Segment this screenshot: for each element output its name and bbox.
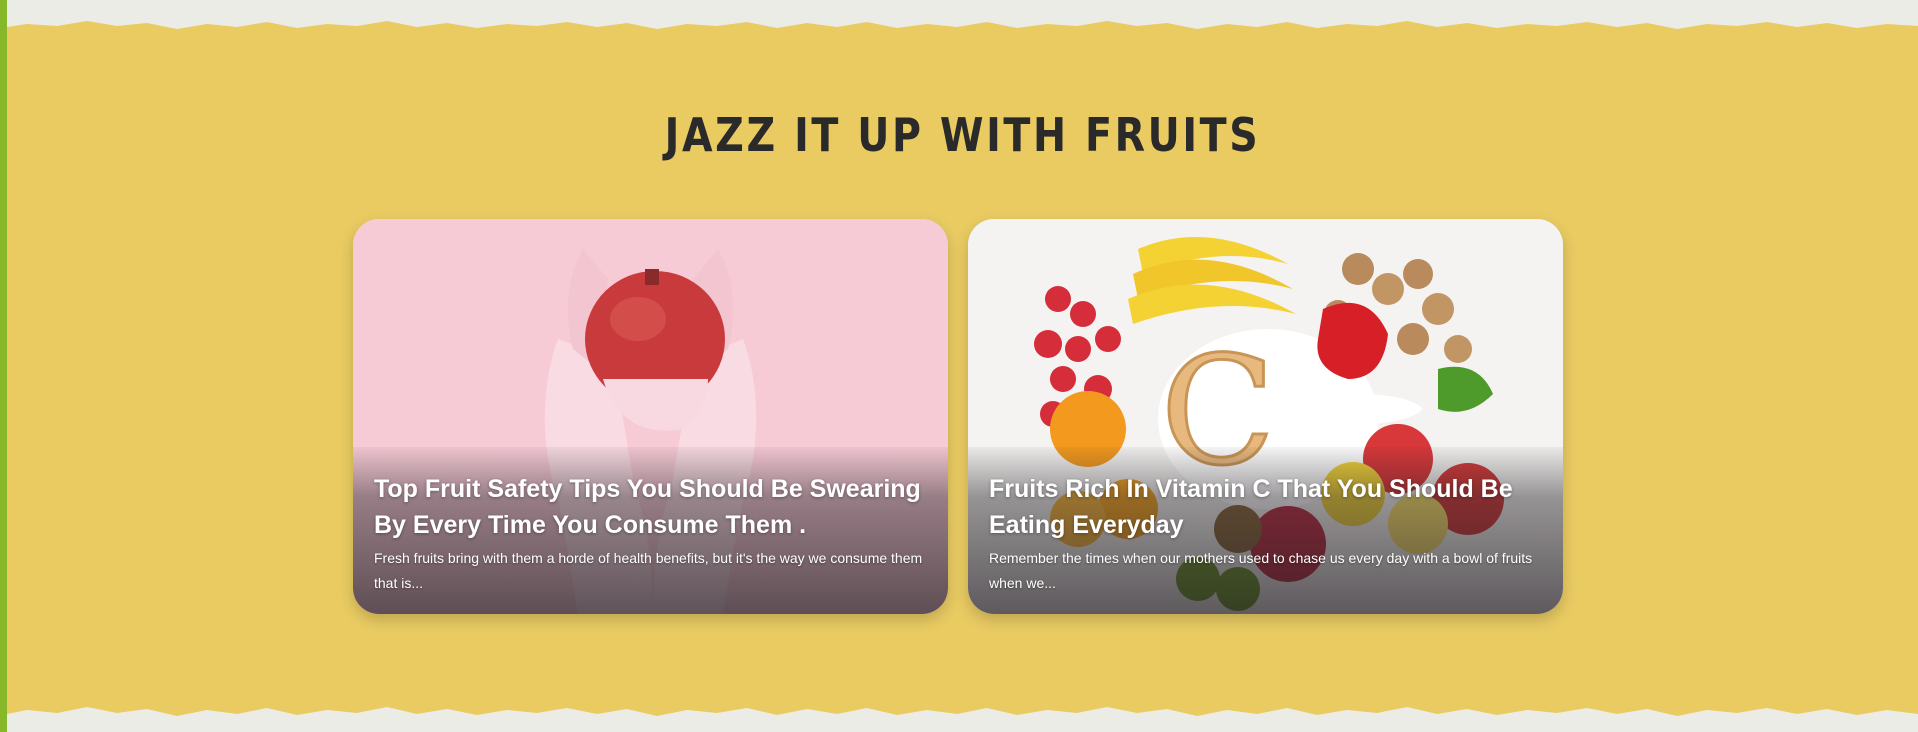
article-card-fruit-safety[interactable]: Top Fruit Safety Tips You Should Be Swea… [353,219,948,614]
card-description: Remember the times when our mothers used… [989,550,1533,591]
card-description: Fresh fruits bring with them a horde of … [374,550,923,591]
card-text: Top Fruit Safety Tips You Should Be Swea… [374,471,934,596]
card-text: Fruits Rich In Vitamin C That You Should… [989,471,1549,596]
section-title: JAZZ IT UP WITH FRUITS [664,108,1261,162]
left-accent-bar [0,0,7,732]
torn-paper-bottom-edge [7,707,1918,732]
fruits-section: JAZZ IT UP WITH FRUITS Top Fruit Safety … [7,0,1918,732]
card-title[interactable]: Top Fruit Safety Tips You Should Be Swea… [374,471,934,543]
torn-paper-top-edge [7,0,1918,29]
article-card-vitamin-c[interactable]: C Fruits Rich In Vitamin C That You Shou… [968,219,1563,614]
card-title[interactable]: Fruits Rich In Vitamin C That You Should… [989,471,1549,543]
